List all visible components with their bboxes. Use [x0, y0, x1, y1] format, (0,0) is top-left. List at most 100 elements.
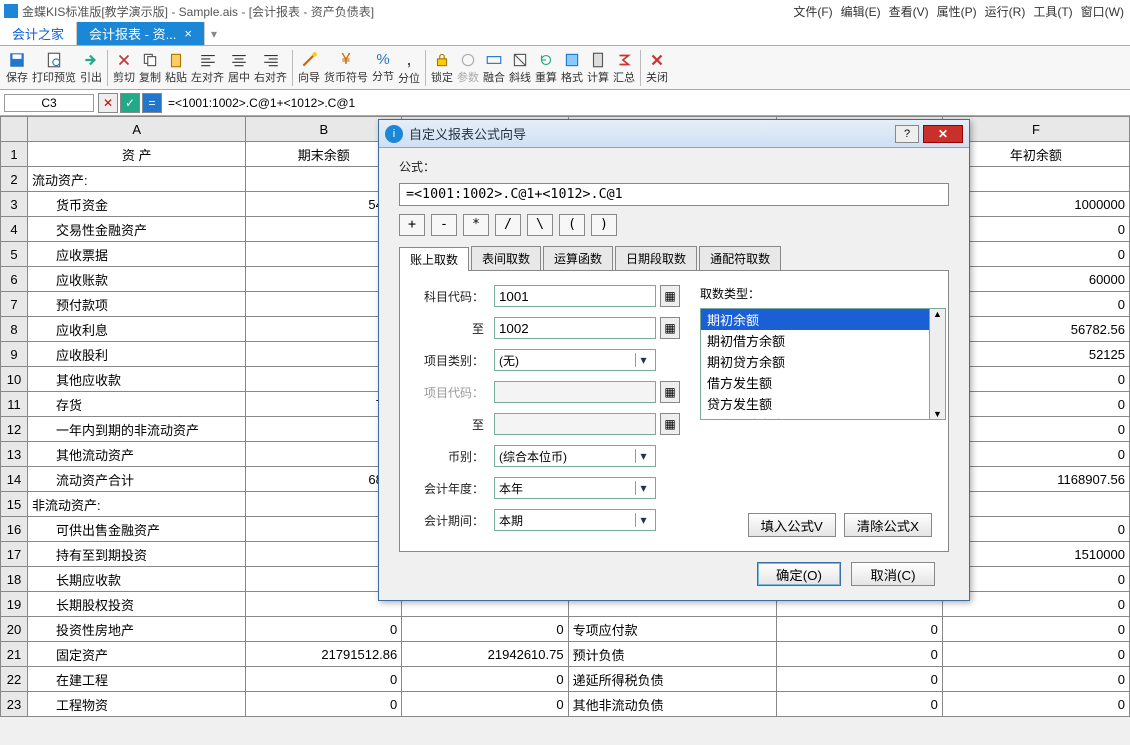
cell[interactable]: 年初余额	[942, 142, 1129, 167]
cell[interactable]: 其他流动资产	[28, 442, 246, 467]
cell[interactable]: 0	[776, 667, 942, 692]
cell[interactable]: 0	[942, 567, 1129, 592]
tb-currency[interactable]: ¥货币符号	[322, 51, 370, 85]
cell[interactable]: 0	[942, 617, 1129, 642]
cell[interactable]	[942, 492, 1129, 517]
menu-tool[interactable]: 工具(T)	[1033, 3, 1072, 20]
cell[interactable]: 0	[402, 667, 568, 692]
cell-reference[interactable]: C3	[4, 94, 94, 112]
op-lparen[interactable]: (	[559, 214, 585, 236]
cell[interactable]: 固定资产	[28, 642, 246, 667]
col-header[interactable]	[1, 117, 28, 142]
list-item[interactable]: 期初余额	[701, 309, 945, 330]
tab-daterange[interactable]: 日期段取数	[615, 246, 697, 270]
subject-lookup-icon[interactable]: ▦	[660, 285, 680, 307]
cell[interactable]: 交易性金融资产	[28, 217, 246, 242]
scrollbar[interactable]: ▲▼	[929, 309, 945, 419]
to2-lookup-icon[interactable]: ▦	[660, 413, 680, 435]
cell[interactable]: 在建工程	[28, 667, 246, 692]
tab-dropdown[interactable]: ▾	[205, 22, 223, 45]
cell[interactable]: 56782.56	[942, 317, 1129, 342]
cell[interactable]: 0	[942, 442, 1129, 467]
tb-copy[interactable]: 复制	[137, 51, 163, 85]
tb-merge[interactable]: 融合	[481, 51, 507, 85]
dialog-titlebar[interactable]: i 自定义报表公式向导 ? ✕	[379, 120, 969, 148]
tb-preview[interactable]: 打印预览	[30, 51, 78, 85]
cell[interactable]: 0	[942, 592, 1129, 617]
cell[interactable]: 应收账款	[28, 267, 246, 292]
dialog-formula-input[interactable]	[399, 183, 949, 206]
close-button[interactable]: ✕	[923, 125, 963, 143]
menu-run[interactable]: 运行(R)	[985, 3, 1026, 20]
ok-button[interactable]: 确定(O)	[757, 562, 841, 586]
tb-save[interactable]: 保存	[4, 51, 30, 85]
cell[interactable]: 0	[402, 617, 568, 642]
cell[interactable]: 0	[942, 242, 1129, 267]
cell[interactable]: 0	[776, 642, 942, 667]
cell[interactable]: 0	[246, 692, 402, 717]
formula-input[interactable]	[162, 94, 1130, 112]
row-header[interactable]: 4	[1, 217, 28, 242]
cell[interactable]: 预付款项	[28, 292, 246, 317]
cell[interactable]: 0	[776, 617, 942, 642]
tab-func[interactable]: 运算函数	[543, 246, 613, 270]
op-backslash[interactable]: \	[527, 214, 553, 236]
row-header[interactable]: 22	[1, 667, 28, 692]
row-header[interactable]: 23	[1, 692, 28, 717]
cell[interactable]: 0	[942, 367, 1129, 392]
period-combo[interactable]: 本期▾	[494, 509, 656, 531]
cell[interactable]: 资 产	[28, 142, 246, 167]
cell[interactable]: 0	[942, 517, 1129, 542]
cell[interactable]: 工程物资	[28, 692, 246, 717]
to2-input[interactable]	[494, 413, 656, 435]
row-header[interactable]: 19	[1, 592, 28, 617]
cell[interactable]: 0	[942, 292, 1129, 317]
row-header[interactable]: 1	[1, 142, 28, 167]
cell[interactable]: 52125	[942, 342, 1129, 367]
tb-format[interactable]: 格式	[559, 51, 585, 85]
cell[interactable]: 0	[776, 692, 942, 717]
row-header[interactable]: 5	[1, 242, 28, 267]
tab-account[interactable]: 账上取数	[399, 247, 469, 271]
row-header[interactable]: 12	[1, 417, 28, 442]
cell[interactable]: 0	[942, 392, 1129, 417]
list-item[interactable]: 借方发生额	[701, 372, 945, 393]
cell[interactable]: 可供出售金融资产	[28, 517, 246, 542]
menu-file[interactable]: 文件(F)	[793, 3, 832, 20]
clear-formula-button[interactable]: 清除公式X	[844, 513, 932, 537]
cell[interactable]: 流动资产:	[28, 167, 246, 192]
cell[interactable]	[942, 167, 1129, 192]
cell[interactable]: 应收票据	[28, 242, 246, 267]
row-header[interactable]: 10	[1, 367, 28, 392]
cell[interactable]: 专项应付款	[568, 617, 776, 642]
tb-align-left[interactable]: 左对齐	[189, 51, 226, 85]
tb-align-right[interactable]: 右对齐	[252, 51, 289, 85]
row-header[interactable]: 7	[1, 292, 28, 317]
formula-cancel-icon[interactable]: ✕	[98, 93, 118, 113]
menu-prop[interactable]: 属性(P)	[937, 3, 977, 20]
tb-calc[interactable]: 计算	[585, 51, 611, 85]
tb-params[interactable]: 参数	[455, 51, 481, 85]
cell[interactable]: 0	[942, 667, 1129, 692]
row-header[interactable]: 6	[1, 267, 28, 292]
row-header[interactable]: 14	[1, 467, 28, 492]
tb-align-center[interactable]: 居中	[226, 51, 252, 85]
tb-comma[interactable]: ,分位	[396, 49, 422, 86]
tb-recalc[interactable]: 重算	[533, 51, 559, 85]
cell[interactable]: 1168907.56	[942, 467, 1129, 492]
row-header[interactable]: 2	[1, 167, 28, 192]
op-rparen[interactable]: )	[591, 214, 617, 236]
cell[interactable]: 1000000	[942, 192, 1129, 217]
cancel-button[interactable]: 取消(C)	[851, 562, 935, 586]
tb-export[interactable]: 引出	[78, 51, 104, 85]
cell[interactable]: 应收股利	[28, 342, 246, 367]
cell[interactable]: 应收利息	[28, 317, 246, 342]
row-header[interactable]: 16	[1, 517, 28, 542]
tb-cut[interactable]: 剪切	[111, 51, 137, 85]
year-combo[interactable]: 本年▾	[494, 477, 656, 499]
close-icon[interactable]: ×	[184, 26, 192, 41]
menu-window[interactable]: 窗口(W)	[1081, 3, 1124, 20]
cell[interactable]: 其他非流动负债	[568, 692, 776, 717]
cell[interactable]: 长期股权投资	[28, 592, 246, 617]
row-header[interactable]: 13	[1, 442, 28, 467]
